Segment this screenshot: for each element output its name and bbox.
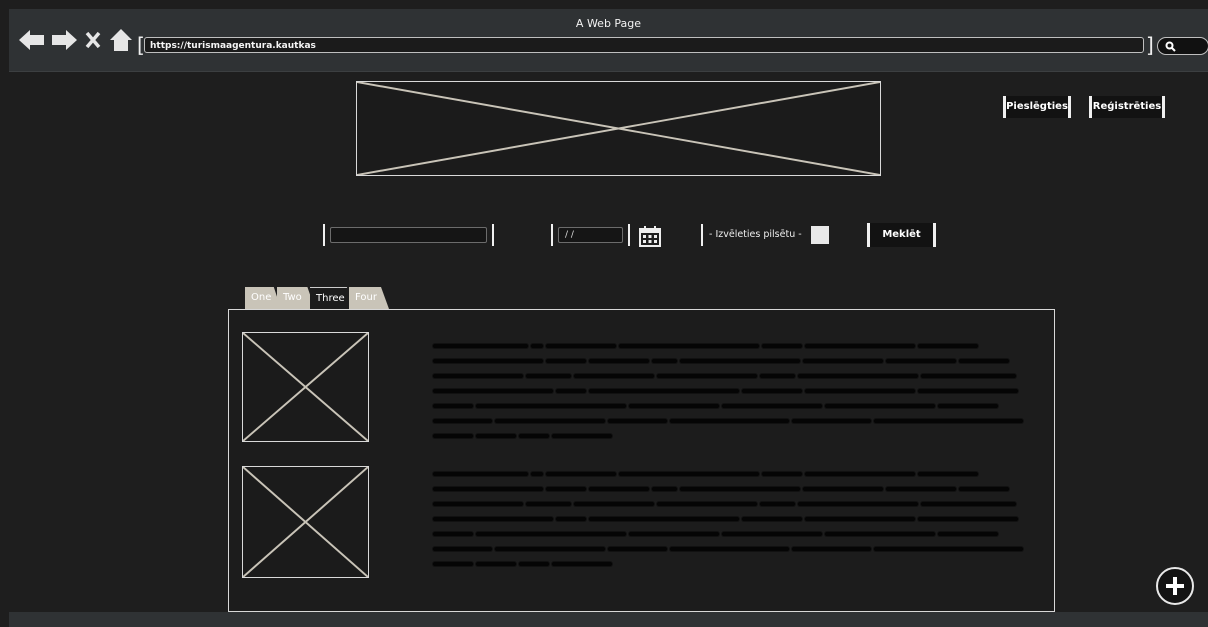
- tab-content-panel: [228, 309, 1055, 612]
- tab-four[interactable]: Four: [349, 287, 389, 309]
- city-select-dropdown-toggle[interactable]: [811, 226, 829, 244]
- city-select-value: - Izvēleties pilsētu -: [709, 229, 802, 240]
- browser-status-bar: [9, 612, 1208, 627]
- date-field[interactable]: / /: [551, 224, 630, 246]
- register-button[interactable]: Reģistrēties: [1089, 96, 1165, 118]
- add-button[interactable]: [1156, 567, 1194, 605]
- calendar-icon[interactable]: [639, 225, 661, 247]
- text-search-field[interactable]: [323, 224, 494, 246]
- tab-two[interactable]: Two: [277, 287, 315, 309]
- city-select[interactable]: - Izvēleties pilsētu -: [701, 224, 829, 246]
- back-arrow-icon[interactable]: [19, 29, 45, 51]
- search-icon: [1165, 41, 1176, 52]
- tab-one[interactable]: One: [245, 287, 281, 309]
- plus-icon: [1166, 577, 1184, 595]
- item-image-placeholder: [242, 466, 369, 578]
- text-search-input[interactable]: [330, 227, 487, 243]
- window-title: A Web Page: [575, 17, 642, 30]
- banner-image-placeholder: [356, 81, 881, 176]
- forward-arrow-icon[interactable]: [51, 29, 77, 51]
- item-text-block: [433, 468, 1023, 573]
- search-button[interactable]: Meklēt: [867, 223, 936, 247]
- login-button[interactable]: Pieslēgties: [1003, 96, 1071, 118]
- url-right-bracket: ]: [1146, 33, 1154, 57]
- browser-chrome: A Web Page [ https://turismaagentura.kau…: [9, 9, 1208, 72]
- item-text-block: [433, 340, 1023, 445]
- date-input[interactable]: / /: [558, 227, 623, 243]
- browser-search-field[interactable]: [1157, 37, 1208, 55]
- home-icon[interactable]: [109, 28, 133, 52]
- url-field[interactable]: https://turismaagentura.kautkas: [144, 37, 1144, 53]
- item-image-placeholder: [242, 332, 369, 442]
- close-icon[interactable]: [85, 31, 101, 49]
